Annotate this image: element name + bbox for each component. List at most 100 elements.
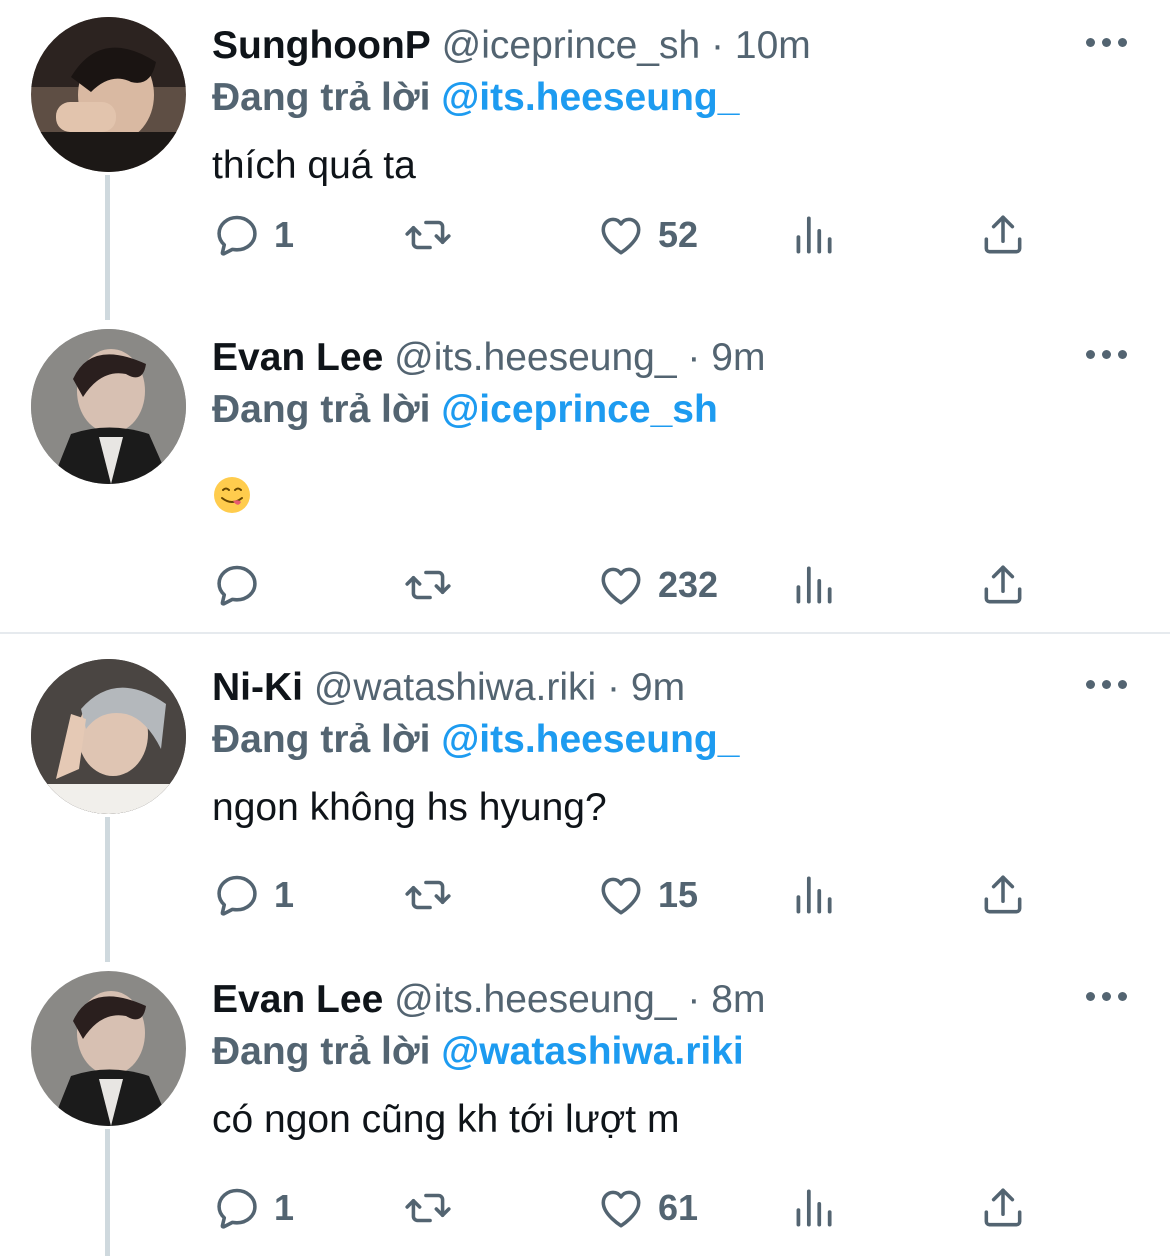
display-name[interactable]: Evan Lee xyxy=(212,978,383,1021)
share-button[interactable] xyxy=(978,1178,1028,1238)
user-handle[interactable]: @its.heeseung_ xyxy=(394,336,676,379)
share-icon xyxy=(978,560,1028,610)
display-name[interactable]: Evan Lee xyxy=(212,336,383,379)
reply-icon xyxy=(212,210,262,260)
replying-to: Đang trả lời @iceprince_sh xyxy=(212,386,718,434)
reply-icon xyxy=(212,1183,262,1233)
timestamp[interactable]: 9m xyxy=(631,666,685,709)
like-button[interactable]: 15 xyxy=(596,865,698,925)
views-button[interactable] xyxy=(788,865,838,925)
thread-divider xyxy=(0,632,1170,634)
display-name[interactable]: Ni-Ki xyxy=(212,666,303,709)
like-button[interactable]: 52 xyxy=(596,205,698,265)
retweet-button[interactable] xyxy=(403,865,453,925)
like-icon xyxy=(596,870,646,920)
replying-to: Đang trả lời @its.heeseung_ xyxy=(212,716,739,764)
share-button[interactable] xyxy=(978,865,1028,925)
share-icon xyxy=(978,210,1028,260)
replying-label: Đang trả lời xyxy=(212,1030,431,1073)
replying-label: Đang trả lời xyxy=(212,76,431,119)
retweet-button[interactable] xyxy=(403,555,453,615)
like-count: 61 xyxy=(658,1187,699,1228)
evan-avatar[interactable] xyxy=(31,329,186,484)
tweet[interactable]: Evan Lee @its.heeseung_ · 9m Đang trả lờ… xyxy=(0,312,1170,632)
reply-count: 1 xyxy=(274,874,295,915)
retweet-icon xyxy=(403,560,453,610)
replying-to: Đang trả lời @watashiwa.riki xyxy=(212,1028,744,1076)
sunghoon-avatar[interactable] xyxy=(31,17,186,172)
timestamp[interactable]: 10m xyxy=(735,24,811,67)
reply-button[interactable] xyxy=(212,555,274,615)
mention-link[interactable]: @its.heeseung_ xyxy=(441,718,739,761)
mention-link[interactable]: @watashiwa.riki xyxy=(441,1030,743,1073)
share-icon xyxy=(978,870,1028,920)
views-icon xyxy=(788,870,838,920)
separator: · xyxy=(687,978,701,1021)
user-handle[interactable]: @its.heeseung_ xyxy=(394,978,676,1021)
tweet-header: Ni-Ki @watashiwa.riki · 9m xyxy=(212,664,685,712)
views-button[interactable] xyxy=(788,1178,838,1238)
share-button[interactable] xyxy=(978,205,1028,265)
tweet[interactable]: Evan Lee @its.heeseung_ · 8m Đang trả lờ… xyxy=(0,954,1170,1256)
like-count: 52 xyxy=(658,214,699,255)
tweet-actions: 1 61 xyxy=(0,1178,1170,1238)
user-handle[interactable]: @watashiwa.riki xyxy=(314,666,596,709)
tweet-text xyxy=(212,468,252,518)
like-icon xyxy=(596,560,646,610)
more-icon[interactable] xyxy=(1086,678,1128,692)
replying-label: Đang trả lời xyxy=(212,388,431,431)
tweet-actions: 1 15 xyxy=(0,865,1170,925)
retweet-button[interactable] xyxy=(403,205,453,265)
tweet-header: SunghoonP @iceprince_sh · 10m xyxy=(212,22,811,70)
tweet-text: thích quá ta xyxy=(212,144,416,187)
more-icon[interactable] xyxy=(1086,36,1128,50)
reply-button[interactable]: 1 xyxy=(212,865,294,925)
retweet-button[interactable] xyxy=(403,1178,453,1238)
tweet-actions: 1 52 xyxy=(0,205,1170,265)
separator: · xyxy=(687,336,701,379)
share-icon xyxy=(978,1183,1028,1233)
reply-icon xyxy=(212,870,262,920)
more-icon[interactable] xyxy=(1086,990,1128,1004)
user-handle[interactable]: @iceprince_sh xyxy=(442,24,701,67)
tweet[interactable]: Ni-Ki @watashiwa.riki · 9m Đang trả lời … xyxy=(0,642,1170,962)
share-button[interactable] xyxy=(978,555,1028,615)
like-count: 232 xyxy=(658,564,719,605)
views-button[interactable] xyxy=(788,205,838,265)
views-icon xyxy=(788,210,838,260)
retweet-icon xyxy=(403,210,453,260)
reply-button[interactable]: 1 xyxy=(212,205,294,265)
evan-avatar[interactable] xyxy=(31,971,186,1126)
tweet-header: Evan Lee @its.heeseung_ · 8m xyxy=(212,976,765,1024)
more-icon[interactable] xyxy=(1086,348,1128,362)
mention-link[interactable]: @its.heeseung_ xyxy=(441,76,739,119)
tweet-actions: 232 xyxy=(0,555,1170,615)
reply-button[interactable]: 1 xyxy=(212,1178,294,1238)
mention-link[interactable]: @iceprince_sh xyxy=(441,388,718,431)
retweet-icon xyxy=(403,1183,453,1233)
reply-count: 1 xyxy=(274,1187,295,1228)
timestamp[interactable]: 8m xyxy=(711,978,765,1021)
niki-avatar[interactable] xyxy=(31,659,186,814)
like-icon xyxy=(596,1183,646,1233)
reply-count: 1 xyxy=(274,214,295,255)
like-button[interactable]: 61 xyxy=(596,1178,698,1238)
views-button[interactable] xyxy=(788,555,838,615)
views-icon xyxy=(788,1183,838,1233)
yum-face-emoji xyxy=(214,476,250,513)
replying-label: Đang trả lời xyxy=(212,718,431,761)
separator: · xyxy=(711,24,725,67)
tweet-text: ngon không hs hyung? xyxy=(212,786,607,829)
tweet-text: có ngon cũng kh tới lượt m xyxy=(212,1098,680,1141)
display-name[interactable]: SunghoonP xyxy=(212,24,431,67)
retweet-icon xyxy=(403,870,453,920)
tweet[interactable]: SunghoonP @iceprince_sh · 10m Đang trả l… xyxy=(0,0,1170,320)
timestamp[interactable]: 9m xyxy=(711,336,765,379)
tweet-header: Evan Lee @its.heeseung_ · 9m xyxy=(212,334,765,382)
like-count: 15 xyxy=(658,874,699,915)
replying-to: Đang trả lời @its.heeseung_ xyxy=(212,74,739,122)
separator: · xyxy=(607,666,621,709)
views-icon xyxy=(788,560,838,610)
like-button[interactable]: 232 xyxy=(596,555,718,615)
reply-icon xyxy=(212,560,262,610)
